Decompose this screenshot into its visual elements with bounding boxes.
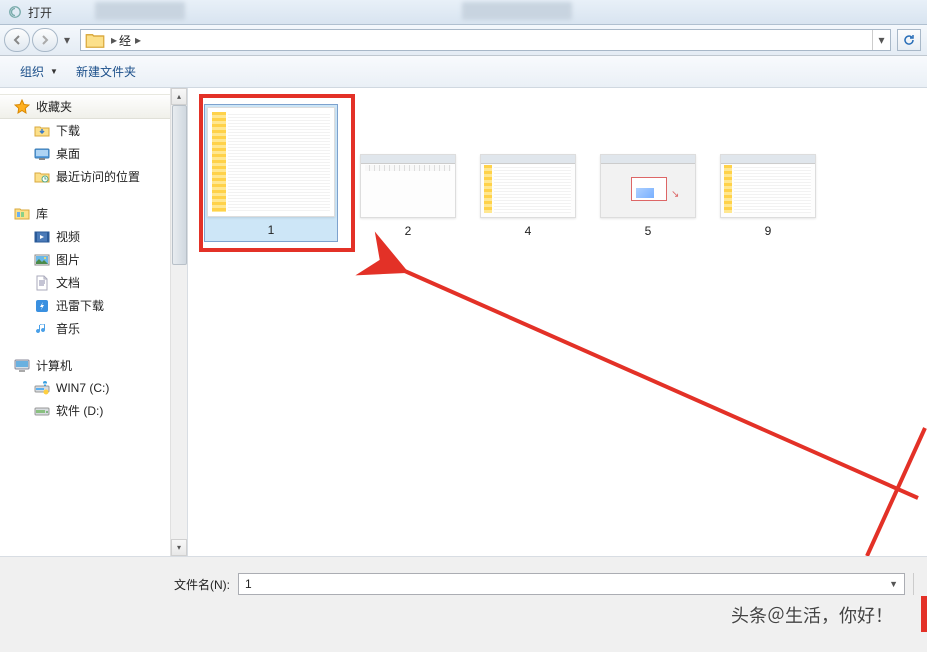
title-bar: 打开 [0, 0, 927, 25]
drive-icon [34, 403, 50, 419]
cutoff-control [913, 573, 917, 595]
tree-label: 下载 [56, 122, 80, 139]
music-icon [34, 321, 50, 337]
computer-group: 计算机 WIN7 (C:) 软件 (D:) [0, 354, 171, 422]
favorites-group: 收藏夹 下载 桌面 最近访问的位置 [0, 94, 171, 188]
annotation-arrow [857, 428, 927, 556]
nav-history-dropdown[interactable]: ▾ [60, 28, 74, 52]
file-name: 9 [765, 222, 772, 240]
sidebar-item-desktop[interactable]: 桌面 [0, 142, 171, 165]
file-name: 1 [207, 221, 335, 239]
file-name: 4 [525, 222, 532, 240]
footer: 文件名(N): 1 ▼ 头条＠生活，你好！ [0, 556, 927, 652]
sidebar-item-recent[interactable]: 最近访问的位置 [0, 165, 171, 188]
star-icon [14, 99, 30, 115]
drive-icon [34, 380, 50, 396]
file-name: 5 [645, 222, 652, 240]
tree-label: WIN7 (C:) [56, 381, 109, 395]
tree-label: 音乐 [56, 320, 80, 337]
watermark-text: 头条＠生活，你好！ [731, 602, 893, 628]
sidebar-scrollbar[interactable]: ▴ ▾ [170, 88, 187, 556]
file-thumbnail [207, 107, 335, 217]
desktop-icon [34, 146, 50, 162]
sidebar-item-downloads[interactable]: 下载 [0, 119, 171, 142]
computer-icon [14, 358, 30, 374]
filename-label: 文件名(N): [0, 576, 230, 593]
tree-label: 桌面 [56, 145, 80, 162]
file-list-pane[interactable]: 1 2 4 ↘ 5 9 [188, 88, 927, 556]
scroll-up-button[interactable]: ▴ [171, 88, 187, 105]
favorites-header[interactable]: 收藏夹 [0, 94, 171, 119]
content-area: 收藏夹 下载 桌面 最近访问的位置 库 [0, 88, 927, 556]
scroll-down-button[interactable]: ▾ [171, 539, 187, 556]
filename-value: 1 [245, 577, 252, 591]
folder-icon [85, 32, 105, 48]
sidebar-item-drive-c[interactable]: WIN7 (C:) [0, 377, 171, 399]
toolbar: 组织 ▼ 新建文件夹 [0, 56, 927, 88]
breadcrumb-folder[interactable]: 经 [119, 32, 131, 49]
pictures-icon [34, 252, 50, 268]
organize-label: 组织 [20, 63, 44, 80]
annotation-arrow [378, 248, 927, 511]
navigation-sidebar: 收藏夹 下载 桌面 最近访问的位置 库 [0, 88, 188, 556]
tree-label: 文档 [56, 274, 80, 291]
location-dropdown-button[interactable]: ▾ [872, 30, 890, 50]
documents-icon [34, 275, 50, 291]
location-bar[interactable]: ▸ 经 ▸ ▾ [80, 29, 891, 51]
window-title: 打开 [28, 4, 52, 21]
forward-button[interactable] [32, 28, 58, 52]
sidebar-item-documents[interactable]: 文档 [0, 271, 171, 294]
back-button[interactable] [4, 28, 30, 52]
filename-combobox[interactable]: 1 ▼ [238, 573, 905, 595]
downloads-icon [34, 123, 50, 139]
nav-bar: ▾ ▸ 经 ▸ ▾ [0, 25, 927, 56]
libraries-header[interactable]: 库 [0, 202, 171, 225]
sidebar-item-music[interactable]: 音乐 [0, 317, 171, 340]
new-folder-label: 新建文件夹 [76, 63, 136, 80]
breadcrumb-separator-icon[interactable]: ▸ [135, 33, 141, 47]
computer-header[interactable]: 计算机 [0, 354, 171, 377]
tree-label: 最近访问的位置 [56, 168, 140, 185]
sidebar-item-drive-d[interactable]: 软件 (D:) [0, 399, 171, 422]
tree-label: 视频 [56, 228, 80, 245]
recent-icon [34, 169, 50, 185]
file-item[interactable]: 2 [358, 152, 458, 242]
tree-label: 软件 (D:) [56, 402, 103, 419]
breadcrumb-separator-icon: ▸ [111, 33, 117, 47]
scroll-thumb[interactable] [172, 105, 187, 265]
file-thumbnail [720, 154, 816, 218]
blurred-region [462, 2, 572, 20]
sidebar-item-videos[interactable]: 视频 [0, 225, 171, 248]
libraries-group: 库 视频 图片 文档 迅雷下载 [0, 202, 171, 340]
thunder-icon [34, 298, 50, 314]
video-icon [34, 229, 50, 245]
tree-label: 迅雷下载 [56, 297, 104, 314]
file-thumbnail: ↘ [600, 154, 696, 218]
file-item[interactable]: 4 [478, 152, 578, 242]
blurred-region [95, 2, 185, 20]
app-icon [8, 5, 22, 19]
file-item[interactable]: 1 [204, 104, 338, 242]
file-item[interactable]: ↘ 5 [598, 152, 698, 242]
sidebar-item-pictures[interactable]: 图片 [0, 248, 171, 271]
sidebar-item-thunder[interactable]: 迅雷下载 [0, 294, 171, 317]
refresh-button[interactable] [897, 29, 921, 51]
annotation-box [921, 596, 927, 632]
file-name: 2 [405, 222, 412, 240]
file-item[interactable]: 9 [718, 152, 818, 242]
tree-label: 图片 [56, 251, 80, 268]
new-folder-button[interactable]: 新建文件夹 [68, 60, 144, 83]
organize-menu[interactable]: 组织 ▼ [12, 60, 66, 83]
tree-label: 收藏夹 [36, 98, 72, 115]
file-thumbnail [360, 154, 456, 218]
library-icon [14, 206, 30, 222]
dropdown-arrow-icon[interactable]: ▼ [889, 579, 898, 589]
tree-label: 库 [36, 205, 48, 222]
tree-label: 计算机 [36, 357, 72, 374]
file-thumbnail [480, 154, 576, 218]
dropdown-arrow-icon: ▼ [50, 67, 58, 76]
